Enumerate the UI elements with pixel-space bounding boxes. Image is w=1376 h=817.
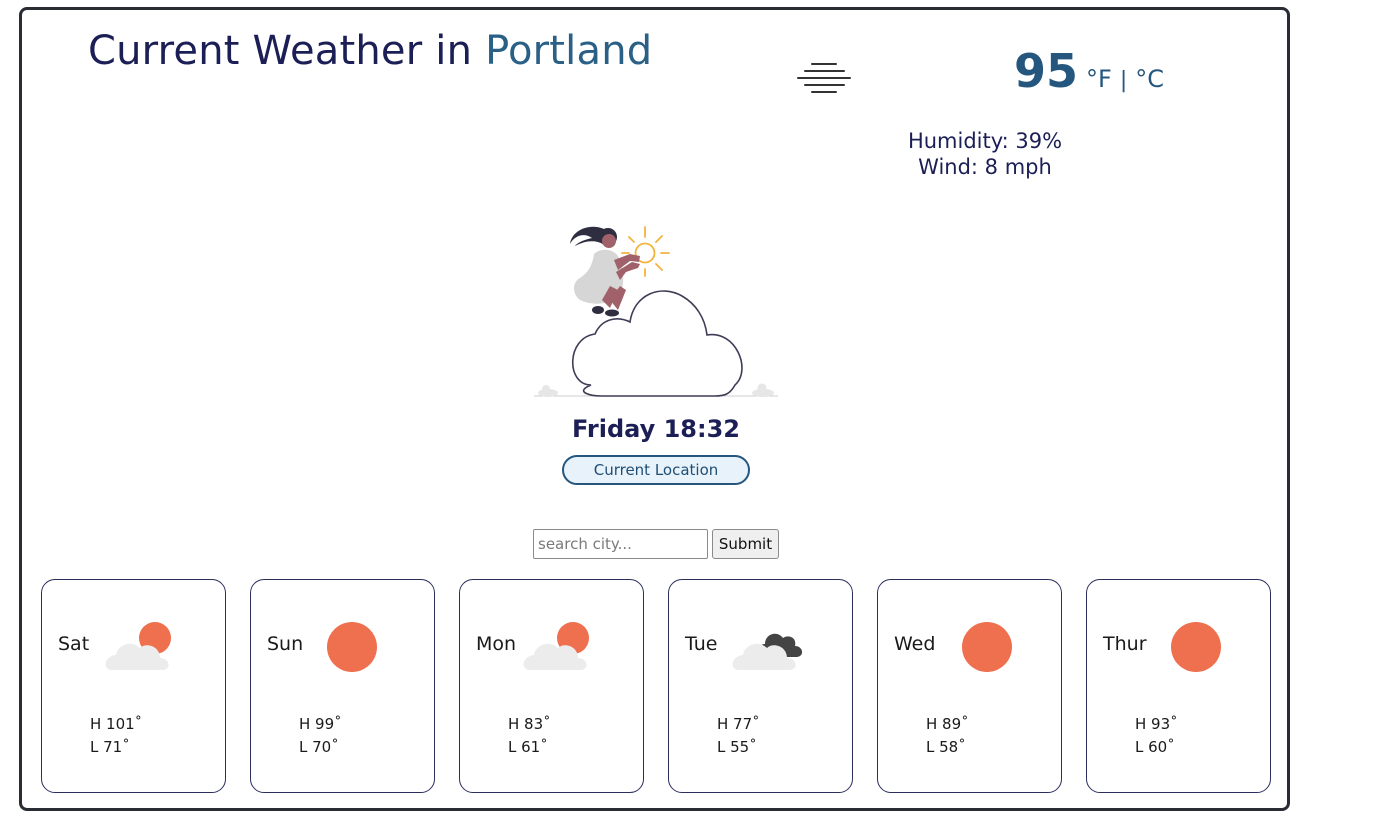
temperature-value: 95 [1014, 44, 1079, 98]
sun-icon [962, 622, 1012, 672]
forecast-high: H 93˚ [1135, 715, 1178, 733]
forecast-day-name: Wed [894, 633, 936, 655]
weather-stats: Humidity: 39% Wind: 8 mph [885, 128, 1085, 180]
sun-icon [327, 622, 377, 672]
forecast-day-name: Thur [1103, 633, 1147, 655]
forecast-card-sun: Sun H 99˚ L 70˚ [250, 579, 435, 793]
forecast-high: H 99˚ [299, 715, 342, 733]
partly-cloudy-icon [105, 622, 171, 670]
forecast-card-sat: Sat H 101˚ L 71˚ [41, 579, 226, 793]
haze-icon [797, 63, 851, 93]
page-title: Current Weather in Portland [88, 28, 652, 74]
partly-cloudy-icon [523, 622, 589, 670]
forecast-low: L 58˚ [926, 738, 966, 756]
fahrenheit-toggle[interactable]: °F [1086, 65, 1112, 93]
wind-text: Wind: 8 mph [918, 155, 1052, 179]
forecast-low: L 60˚ [1135, 738, 1175, 756]
forecast-day-name: Tue [685, 633, 718, 655]
forecast-high: H 101˚ [90, 715, 143, 733]
humidity-text: Humidity: 39% [907, 129, 1063, 153]
unit-separator: | [1119, 68, 1128, 93]
forecast-row: Sat H 101˚ L 71˚ Sun H 99˚ L 70˚ Mon H 8… [41, 579, 1271, 793]
forecast-card-thur: Thur H 93˚ L 60˚ [1086, 579, 1271, 793]
current-datetime: Friday 18:32 [572, 415, 740, 443]
forecast-day-name: Sat [58, 633, 90, 655]
forecast-low: L 71˚ [90, 738, 130, 756]
forecast-high: H 77˚ [717, 715, 760, 733]
forecast-card-wed: Wed H 89˚ L 58˚ [877, 579, 1062, 793]
temperature-display: 95 °F | °C [1014, 44, 1164, 98]
woman-on-cloud-illustration [534, 226, 778, 397]
current-location-button[interactable]: Current Location [562, 455, 750, 485]
submit-button[interactable]: Submit [712, 529, 779, 559]
forecast-card-tue: Tue H 77˚ L 55˚ [668, 579, 853, 793]
celsius-toggle[interactable]: °C [1135, 65, 1164, 93]
forecast-low: L 61˚ [508, 738, 548, 756]
title-prefix: Current Weather in [88, 28, 473, 74]
forecast-high: H 83˚ [508, 715, 551, 733]
forecast-day-name: Mon [476, 633, 517, 655]
forecast-card-mon: Mon H 83˚ L 61˚ [459, 579, 644, 793]
forecast-high: H 89˚ [926, 715, 969, 733]
sun-icon [1171, 622, 1221, 672]
forecast-low: L 55˚ [717, 738, 757, 756]
city-name: Portland [485, 28, 653, 74]
forecast-day-name: Sun [267, 633, 304, 655]
forecast-low: L 70˚ [299, 738, 339, 756]
cloudy-icon [732, 633, 803, 670]
search-city-input[interactable] [533, 529, 708, 559]
